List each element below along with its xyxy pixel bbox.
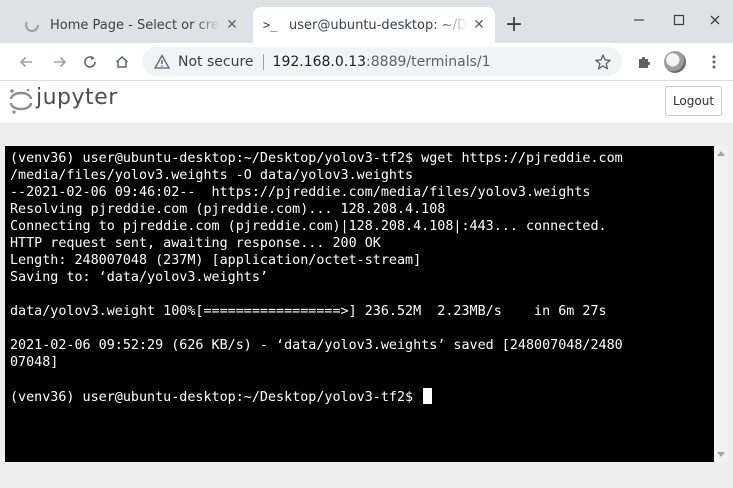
terminal-line: Length: 248007048 (237M) [application/oc… — [10, 253, 422, 268]
terminal-scrollbar[interactable] — [714, 146, 728, 462]
close-tab-icon[interactable]: ✕ — [471, 17, 487, 33]
security-status-label[interactable]: Not secure — [178, 54, 254, 70]
warning-triangle-icon[interactable] — [154, 53, 170, 70]
terminal-line: 07048] — [10, 355, 59, 370]
terminal-line: 2021-02-06 09:52:29 (626 KB/s) - ‘data/y… — [10, 338, 623, 353]
terminal-line: (venv36) user@ubuntu-desktop:~/Desktop/y… — [10, 388, 623, 405]
close-window-icon[interactable] — [701, 6, 729, 34]
tab-terminal[interactable]: >_ user@ubuntu-desktop: ~/Desktop/yolov3… — [253, 7, 495, 43]
back-arrow-icon[interactable] — [12, 48, 40, 76]
terminal-line: Resolving pjreddie.com (pjreddie.com)...… — [10, 202, 446, 217]
terminal-line: data/yolov3.weight 100%[================… — [10, 304, 607, 319]
logout-button[interactable]: Logout — [665, 86, 722, 116]
url-host: 192.168.0.13 — [272, 53, 367, 70]
home-icon[interactable] — [108, 48, 136, 76]
scroll-down-arrow-icon[interactable] — [717, 452, 725, 457]
terminal-line: (venv36) user@ubuntu-desktop:~/Desktop/y… — [10, 151, 623, 166]
tab-title: user@ubuntu-desktop: ~/Desktop/yolov3-tf… — [289, 17, 467, 33]
forward-arrow-icon[interactable] — [46, 48, 74, 76]
new-tab-button[interactable]: + — [502, 12, 526, 37]
browser-menu-icon[interactable] — [700, 48, 728, 76]
profile-avatar[interactable] — [664, 51, 686, 73]
reload-icon[interactable] — [76, 48, 104, 76]
terminal-cursor — [423, 388, 433, 404]
jupyter-wordmark[interactable]: jupyter — [36, 85, 118, 110]
jupyter-spinner-icon — [25, 18, 39, 32]
url-path: :8889/terminals/1 — [366, 53, 491, 70]
extensions-puzzle-icon[interactable] — [630, 48, 658, 76]
terminal-line: /media/files/yolov3.weights -O data/yolo… — [10, 168, 414, 183]
omnibox-divider — [262, 53, 264, 70]
terminal-prompt-icon: >_ — [263, 18, 278, 32]
terminal-line: --2021-02-06 09:46:02-- https://pjreddie… — [10, 185, 591, 200]
jupyter-logo-icon[interactable] — [8, 87, 34, 115]
address-bar[interactable]: Not secure 192.168.0.13:8889/terminals/1 — [142, 47, 622, 76]
close-tab-icon[interactable]: ✕ — [224, 17, 240, 33]
jupyter-header: jupyter Logout — [0, 81, 733, 124]
bookmark-star-icon[interactable] — [594, 53, 612, 71]
tab-title: Home Page - Select or create a notebook — [50, 17, 220, 33]
terminal-line: HTTP request sent, awaiting response... … — [10, 236, 381, 251]
browser-tab-strip: Home Page - Select or create a notebook … — [0, 0, 733, 43]
maximize-window-icon[interactable] — [665, 6, 693, 34]
terminal-line: Connecting to pjreddie.com (pjreddie.com… — [10, 219, 607, 234]
terminal-line: Saving to: ‘data/yolov3.weights’ — [10, 270, 268, 285]
url-text[interactable]: 192.168.0.13:8889/terminals/1 — [273, 54, 491, 70]
browser-toolbar: Not secure 192.168.0.13:8889/terminals/1 — [0, 43, 733, 81]
terminal-output[interactable]: (venv36) user@ubuntu-desktop:~/Desktop/y… — [10, 150, 623, 405]
terminal-panel[interactable]: (venv36) user@ubuntu-desktop:~/Desktop/y… — [5, 146, 714, 462]
scroll-up-arrow-icon[interactable] — [717, 151, 725, 156]
minimize-window-icon[interactable] — [625, 6, 653, 34]
tab-home-page[interactable]: Home Page - Select or create a notebook … — [12, 7, 248, 43]
